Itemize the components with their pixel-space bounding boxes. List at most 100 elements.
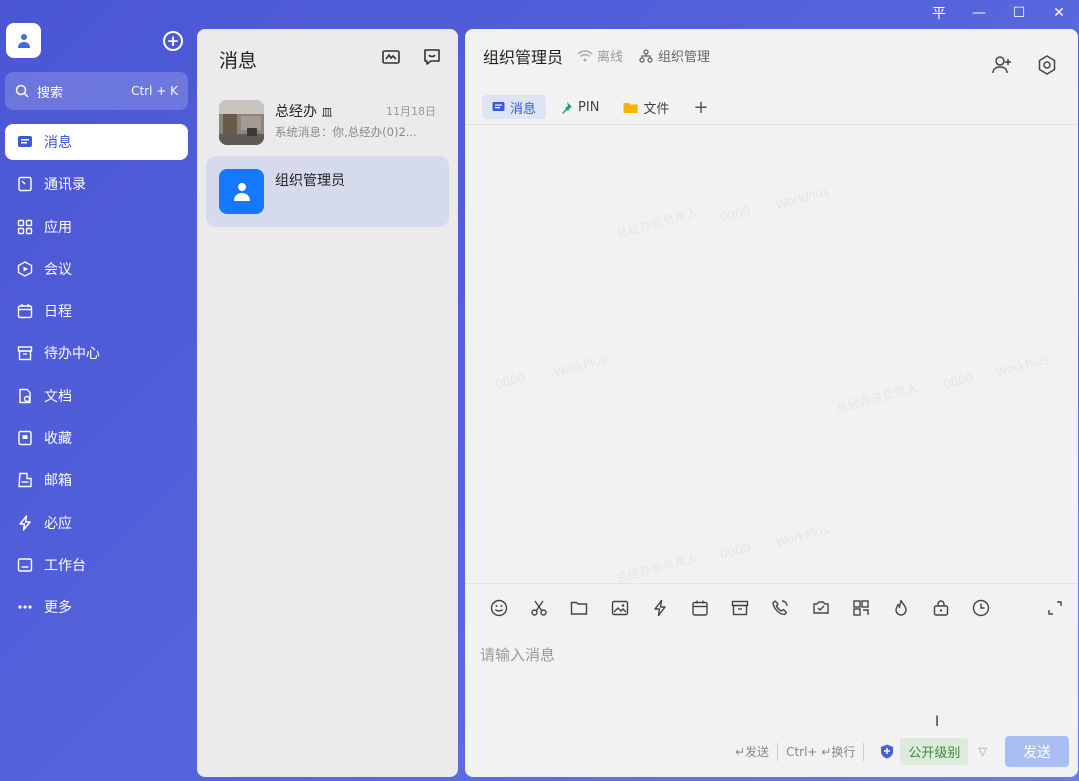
search-placeholder: 搜索 (37, 85, 64, 101)
maximize-button[interactable]: ☐ (999, 0, 1039, 26)
sidebar-item-bing[interactable]: 必应 (5, 505, 188, 541)
composer-toolbar (479, 595, 1001, 621)
new-chat-icon[interactable] (422, 47, 442, 67)
scan-button[interactable] (841, 595, 881, 621)
watermark-text: 0000 (718, 540, 752, 562)
contacts-icon (16, 175, 34, 193)
expand-icon[interactable] (1046, 599, 1064, 617)
footer-separator (777, 742, 779, 761)
sidebar-item-more[interactable]: 更多 (5, 589, 188, 625)
conversation-item-selected[interactable]: 组织管理员 (206, 156, 449, 227)
sidebar-item-messages[interactable]: 消息 (5, 124, 188, 160)
screenshot-button[interactable] (519, 595, 559, 621)
schedule-button[interactable] (680, 595, 720, 621)
quick-button[interactable] (640, 595, 680, 621)
add-tab-button[interactable]: + (683, 95, 718, 119)
person-icon (233, 182, 250, 201)
lightning-icon (16, 514, 34, 532)
watermark-text: 0000 (493, 370, 527, 392)
tab-files[interactable]: 文件 (613, 95, 679, 119)
group-avatar (219, 100, 264, 145)
tab-messages[interactable]: 消息 (482, 95, 547, 119)
sidebar-item-label: 必应 (44, 515, 72, 532)
apps-icon (16, 218, 34, 236)
send-hint: ↵发送 (735, 745, 770, 759)
sidebar-item-label: 文档 (44, 388, 72, 405)
sidebar-item-workbench[interactable]: 工作台 (5, 547, 188, 583)
close-button[interactable]: ✕ (1039, 0, 1079, 26)
watermark-text: 总经办总负责人 (614, 550, 700, 586)
sidebar-item-mail[interactable]: 邮箱 (5, 462, 188, 498)
security-level-select[interactable]: 公开级别 ▽ (880, 738, 987, 765)
secure-button[interactable] (921, 595, 961, 621)
calendar-icon (692, 600, 708, 616)
sidebar-item-calendar[interactable]: 日程 (5, 293, 188, 329)
tab-pin[interactable]: PIN (550, 95, 609, 119)
call-button[interactable] (760, 595, 800, 621)
wifi-icon (577, 49, 593, 61)
chevron-down-icon: ▽ (978, 745, 987, 758)
more-icon (16, 598, 34, 616)
security-level-badge: 公开级别 (900, 738, 969, 765)
shield-icon (881, 744, 894, 759)
watermark-text: 0000 (718, 203, 752, 225)
conversation-list-panel: 消息 总经办 皿 11月18日 系统消息：你,总经办(0)2... 组织管理员 (197, 29, 458, 777)
sidebar-item-favorites[interactable]: 收藏 (5, 420, 188, 456)
add-member-icon[interactable] (991, 54, 1013, 76)
phone-icon (772, 600, 789, 616)
composer-footer: ↵发送 Ctrl+ ↵换行 公开级别 ▽ (735, 738, 987, 765)
org-tree-icon (639, 48, 653, 63)
watermark-text: WorkPlus (994, 352, 1051, 380)
sidebar-item-label: 工作台 (44, 557, 86, 574)
image-button[interactable] (600, 595, 640, 621)
chat-title: 组织管理员 (483, 48, 564, 67)
search-bar[interactable]: 搜索 Ctrl + K (5, 72, 188, 110)
add-circle-icon[interactable]: + (163, 31, 183, 51)
image-icon (611, 600, 628, 616)
window-controls: 平 — ☐ ✕ (919, 0, 1079, 26)
emoji-button[interactable] (479, 595, 519, 621)
search-shortcut: Ctrl + K (131, 84, 178, 98)
sidebar-item-docs[interactable]: 文档 (5, 378, 188, 414)
org-link[interactable]: 组织管理 (639, 46, 710, 65)
favorite-icon (16, 429, 34, 447)
clock-icon (973, 599, 990, 617)
todo-button[interactable] (720, 595, 760, 621)
sidebar-item-label: 邮箱 (44, 473, 72, 490)
archive-icon (732, 600, 749, 616)
file-button[interactable] (559, 595, 599, 621)
message-icon (492, 101, 505, 114)
burn-button[interactable] (881, 595, 921, 621)
video-button[interactable] (801, 595, 841, 621)
sidebar-item-apps[interactable]: 应用 (5, 209, 188, 245)
conversation-name: 组织管理员 (275, 173, 345, 189)
sidebar-item-label: 更多 (44, 600, 72, 617)
sidebar-item-label: 待办中心 (44, 346, 100, 363)
pin-window-button[interactable]: 平 (919, 0, 959, 26)
sidebar-item-meeting[interactable]: 会议 (5, 251, 188, 287)
send-button[interactable]: 发送 (1005, 736, 1069, 767)
sidebar-item-contacts[interactable]: 通讯录 (5, 166, 188, 202)
sidebar-item-label: 会议 (44, 261, 72, 278)
calendar-icon (16, 302, 34, 320)
minimize-button[interactable]: — (959, 0, 999, 26)
watermark-text: WorkPlus (774, 184, 831, 212)
timer-button[interactable] (961, 595, 1001, 621)
settings-icon[interactable] (1036, 54, 1058, 76)
pin-icon (560, 101, 573, 114)
message-input[interactable]: 请输入消息 (480, 644, 555, 665)
group-badge: 皿 (321, 106, 333, 119)
document-icon (16, 387, 34, 405)
folder-icon (623, 101, 638, 114)
user-avatar[interactable] (6, 23, 41, 58)
person-icon (17, 33, 30, 48)
sidebar-item-todo[interactable]: 待办中心 (5, 335, 188, 371)
conversation-item[interactable]: 总经办 皿 11月18日 系统消息：你,总经办(0)2... (206, 87, 449, 158)
chat-panel: 组织管理员 离线 组织管理 消息 PIN 文件 + 总经办总负责人 0000 W… (465, 29, 1078, 777)
mail-compose-icon[interactable] (381, 47, 401, 67)
newline-hint: Ctrl+ ↵换行 (786, 745, 856, 759)
footer-separator (863, 742, 865, 761)
folder-icon (571, 601, 588, 615)
lock-icon (933, 600, 949, 616)
header-divider (465, 124, 1078, 125)
